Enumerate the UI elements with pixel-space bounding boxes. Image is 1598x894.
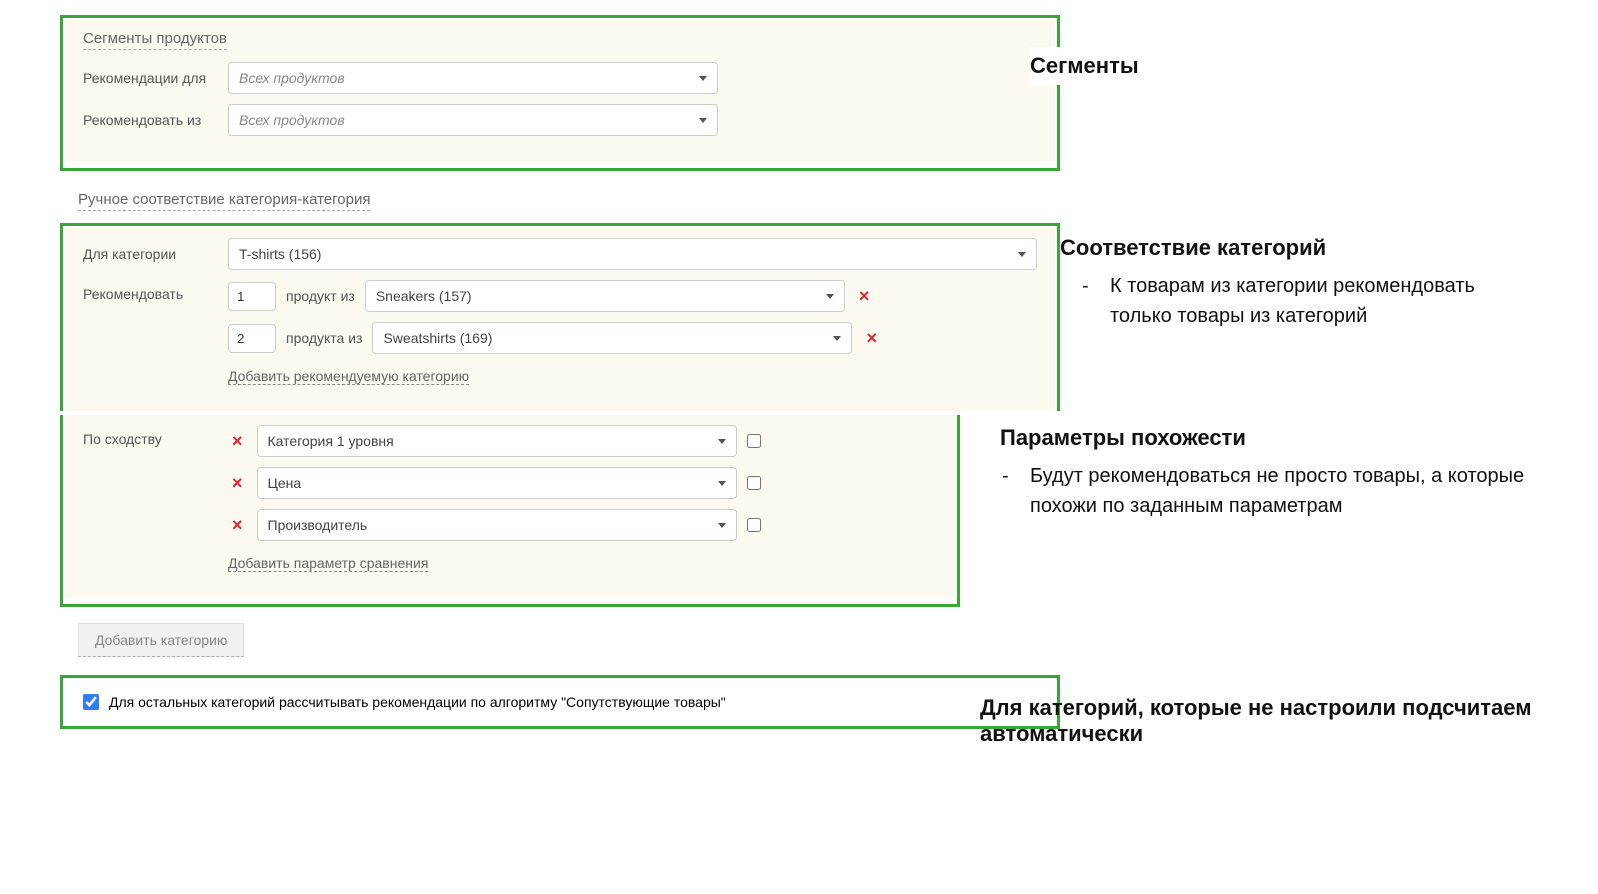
fallback-highlight-box: Для остальных категорий рассчитывать рек… bbox=[60, 675, 1060, 729]
note-segments-title: Сегменты bbox=[1030, 47, 1139, 85]
fallback-row: Для остальных категорий рассчитывать рек… bbox=[65, 680, 1055, 724]
remove-param-2-icon[interactable]: × bbox=[228, 473, 247, 494]
fallback-checkbox[interactable] bbox=[83, 694, 99, 710]
remove-row-2-icon[interactable]: × bbox=[862, 328, 881, 349]
recommend-row-2: продукта из Sweatshirts (169) × bbox=[228, 322, 1037, 354]
segments-panel: Сегменты продуктов Рекомендации для Всех… bbox=[65, 20, 1055, 162]
similarity-param-1: × Категория 1 уровня bbox=[228, 425, 937, 457]
product-from-word-2: продукта из bbox=[286, 330, 362, 346]
category-match-highlight-box: Для категории T-shirts (156) Рекомендова… bbox=[60, 223, 1060, 411]
for-category-select[interactable]: T-shirts (156) bbox=[228, 238, 1037, 270]
form-column: Сегменты продуктов Рекомендации для Всех… bbox=[60, 15, 1060, 729]
qty-input-1[interactable] bbox=[228, 282, 276, 311]
param-checkbox-2[interactable] bbox=[747, 476, 761, 490]
similarity-params-wrap: × Категория 1 уровня × Цена × Производит… bbox=[228, 425, 937, 572]
recommend-label: Рекомендовать bbox=[83, 280, 228, 302]
recommend-row-1: продукт из Sneakers (157) × bbox=[228, 280, 1037, 312]
add-similarity-param-link[interactable]: Добавить параметр сравнения bbox=[228, 555, 428, 572]
similarity-highlight-box: По сходству × Категория 1 уровня × Цена bbox=[60, 415, 960, 607]
rec-for-select[interactable]: Всех продуктов bbox=[228, 62, 718, 94]
recommend-row: Рекомендовать продукт из Sneakers (157) … bbox=[83, 280, 1037, 385]
note-similarity-title: Параметры похожести bbox=[1000, 425, 1538, 451]
recommend-category-select-2[interactable]: Sweatshirts (169) bbox=[372, 322, 852, 354]
similarity-label: По сходству bbox=[83, 425, 228, 447]
segments-title: Сегменты продуктов bbox=[83, 30, 227, 50]
param-select-2[interactable]: Цена bbox=[257, 467, 737, 499]
rec-from-select[interactable]: Всех продуктов bbox=[228, 104, 718, 136]
note-category-match-title: Соответствие категорий bbox=[1060, 235, 1538, 261]
similarity-param-3: × Производитель bbox=[228, 509, 937, 541]
add-category-button[interactable]: Добавить категорию bbox=[78, 623, 244, 657]
for-category-label: Для категории bbox=[83, 246, 228, 262]
segments-highlight-box: Сегменты продуктов Рекомендации для Всех… bbox=[60, 15, 1060, 171]
note-fallback-title: Для категорий, которые не настроили подс… bbox=[980, 695, 1538, 747]
manual-match-title: Ручное соответствие категория-категория bbox=[78, 191, 370, 211]
param-checkbox-1[interactable] bbox=[747, 434, 761, 448]
note-fallback: Для категорий, которые не настроили подс… bbox=[980, 695, 1538, 757]
note-similarity: Параметры похожести Будут рекомендоватьс… bbox=[1000, 425, 1538, 521]
category-match-panel: Для категории T-shirts (156) Рекомендова… bbox=[65, 228, 1055, 411]
rec-from-row: Рекомендовать из Всех продуктов bbox=[83, 104, 1037, 136]
similarity-panel: По сходству × Категория 1 уровня × Цена bbox=[65, 415, 955, 598]
rec-from-label: Рекомендовать из bbox=[83, 112, 228, 128]
note-category-match-bullet: К товарам из категории рекомендовать тол… bbox=[1110, 271, 1538, 331]
note-category-match: Соответствие категорий К товарам из кате… bbox=[1060, 235, 1538, 331]
recommend-rows-wrap: продукт из Sneakers (157) × продукта из … bbox=[228, 280, 1037, 385]
note-similarity-bullet: Будут рекомендоваться не просто товары, … bbox=[1030, 461, 1538, 521]
remove-param-1-icon[interactable]: × bbox=[228, 431, 247, 452]
rec-for-label: Рекомендации для bbox=[83, 70, 228, 86]
for-category-row: Для категории T-shirts (156) bbox=[83, 238, 1037, 270]
note-category-match-list: К товарам из категории рекомендовать тол… bbox=[1060, 271, 1538, 331]
param-select-1[interactable]: Категория 1 уровня bbox=[257, 425, 737, 457]
fallback-checkbox-label: Для остальных категорий рассчитывать рек… bbox=[109, 694, 726, 710]
remove-param-3-icon[interactable]: × bbox=[228, 515, 247, 536]
rec-for-row: Рекомендации для Всех продуктов bbox=[83, 62, 1037, 94]
similarity-param-2: × Цена bbox=[228, 467, 937, 499]
note-similarity-list: Будут рекомендоваться не просто товары, … bbox=[1000, 461, 1538, 521]
remove-row-1-icon[interactable]: × bbox=[855, 286, 874, 307]
similarity-row: По сходству × Категория 1 уровня × Цена bbox=[83, 425, 937, 572]
recommend-category-select-1[interactable]: Sneakers (157) bbox=[365, 280, 845, 312]
note-segments: Сегменты bbox=[1030, 47, 1139, 95]
qty-input-2[interactable] bbox=[228, 324, 276, 353]
add-recommended-category-link[interactable]: Добавить рекомендуемую категорию bbox=[228, 368, 469, 385]
product-from-word-1: продукт из bbox=[286, 288, 355, 304]
param-select-3[interactable]: Производитель bbox=[257, 509, 737, 541]
param-checkbox-3[interactable] bbox=[747, 518, 761, 532]
